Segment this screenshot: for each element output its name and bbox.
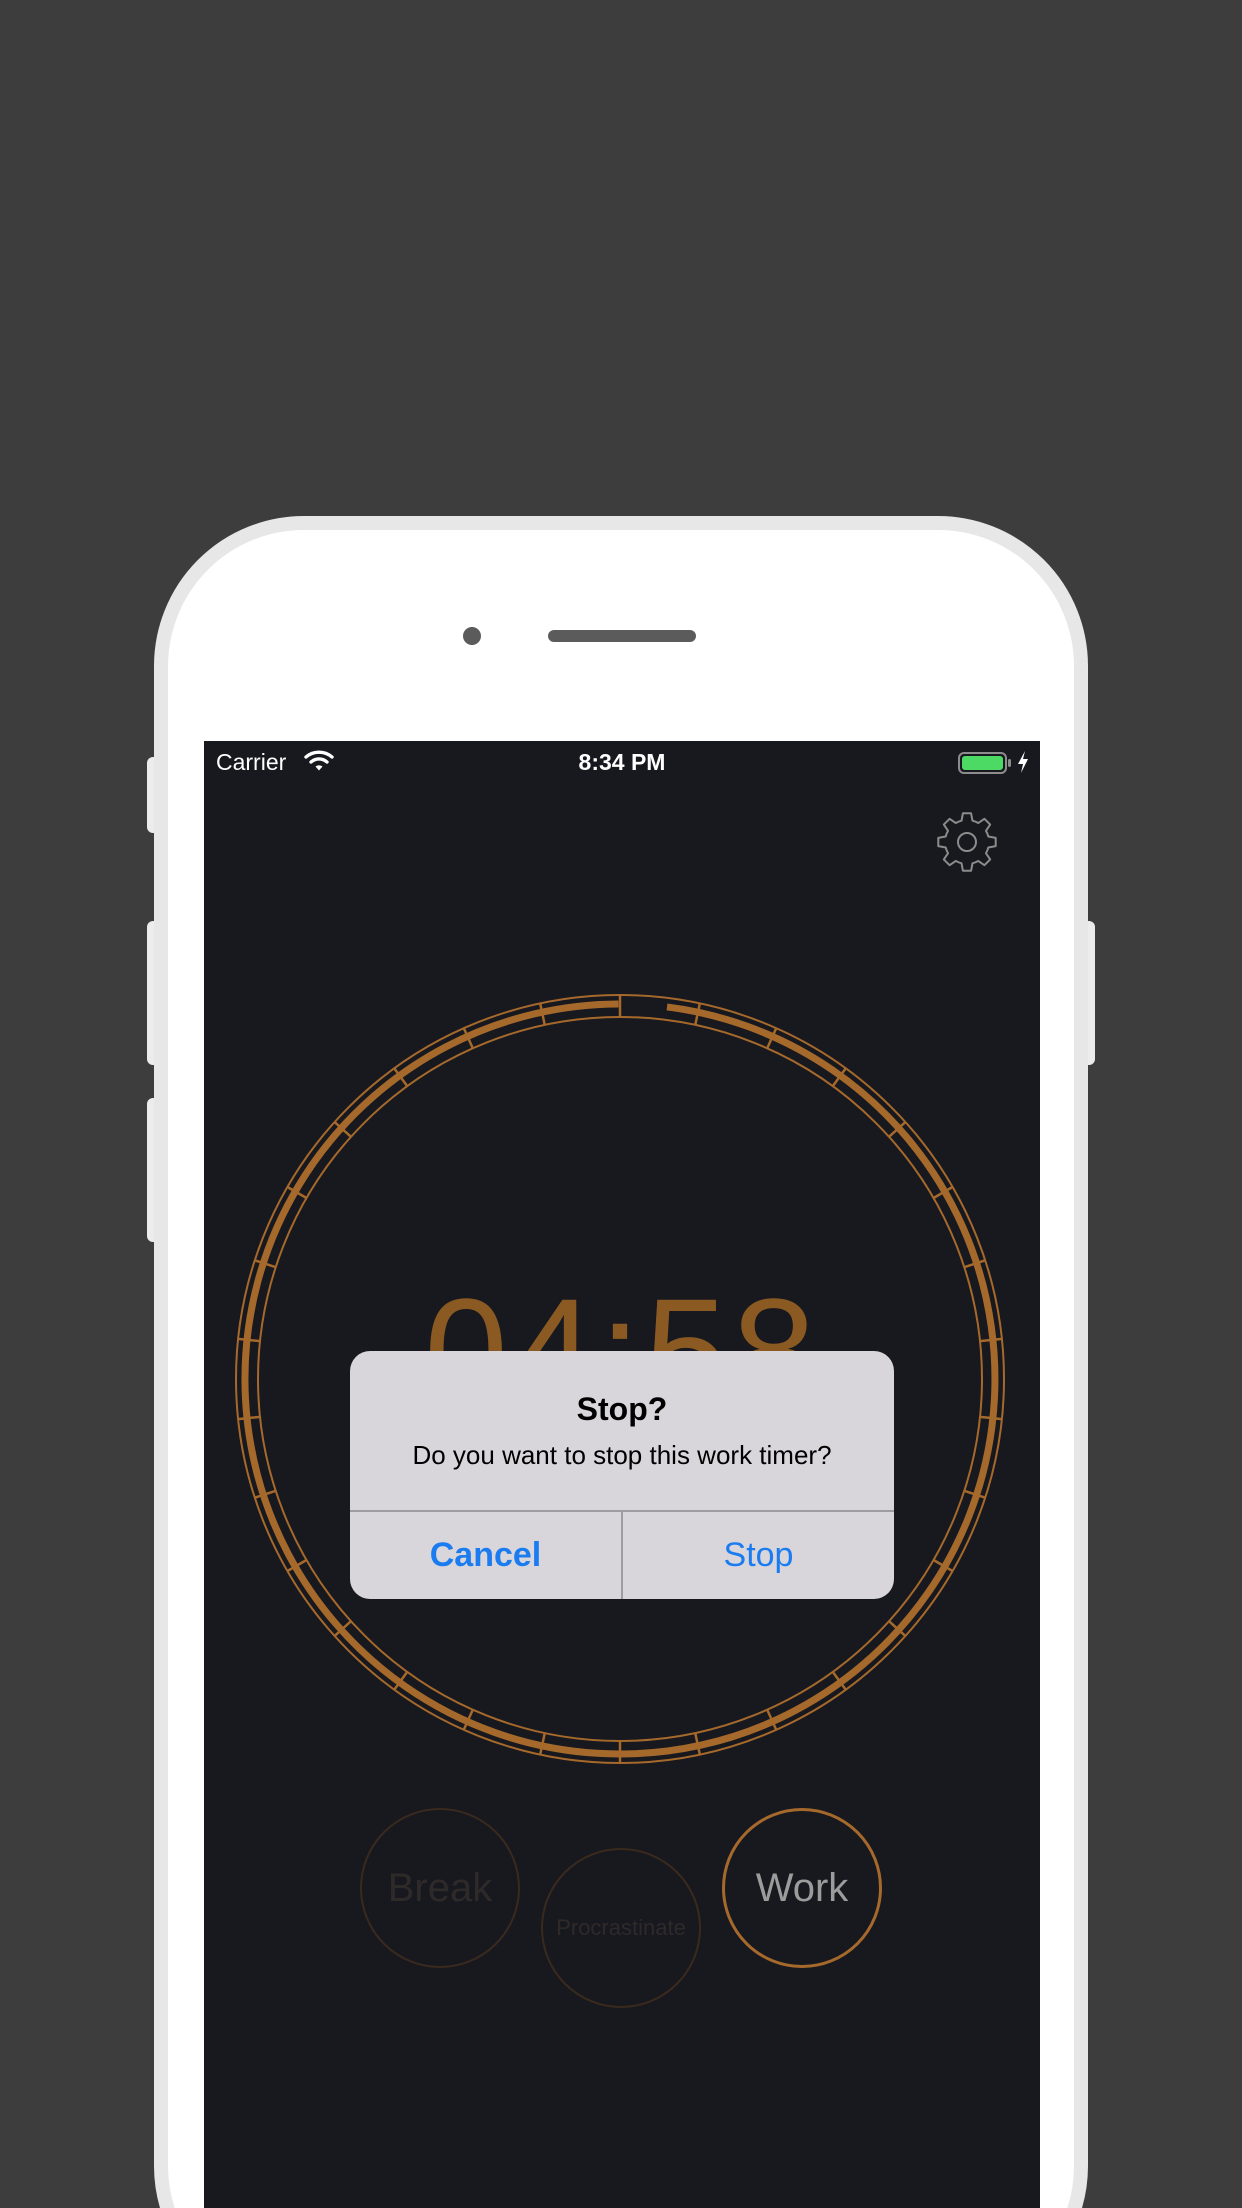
stop-timer-alert: Stop? Do you want to stop this work time… bbox=[350, 1351, 894, 1599]
stop-button[interactable]: Stop bbox=[623, 1512, 894, 1599]
front-camera bbox=[463, 627, 481, 645]
alert-title: Stop? bbox=[576, 1391, 668, 1427]
alert-message: Do you want to stop this work timer? bbox=[412, 1440, 832, 1470]
earpiece-speaker bbox=[548, 630, 696, 642]
cancel-button[interactable]: Cancel bbox=[350, 1512, 621, 1599]
screenshot-canvas: Carrier 8:34 PM 04: bbox=[0, 0, 1242, 2208]
app-screen: Carrier 8:34 PM 04: bbox=[204, 741, 1040, 2208]
